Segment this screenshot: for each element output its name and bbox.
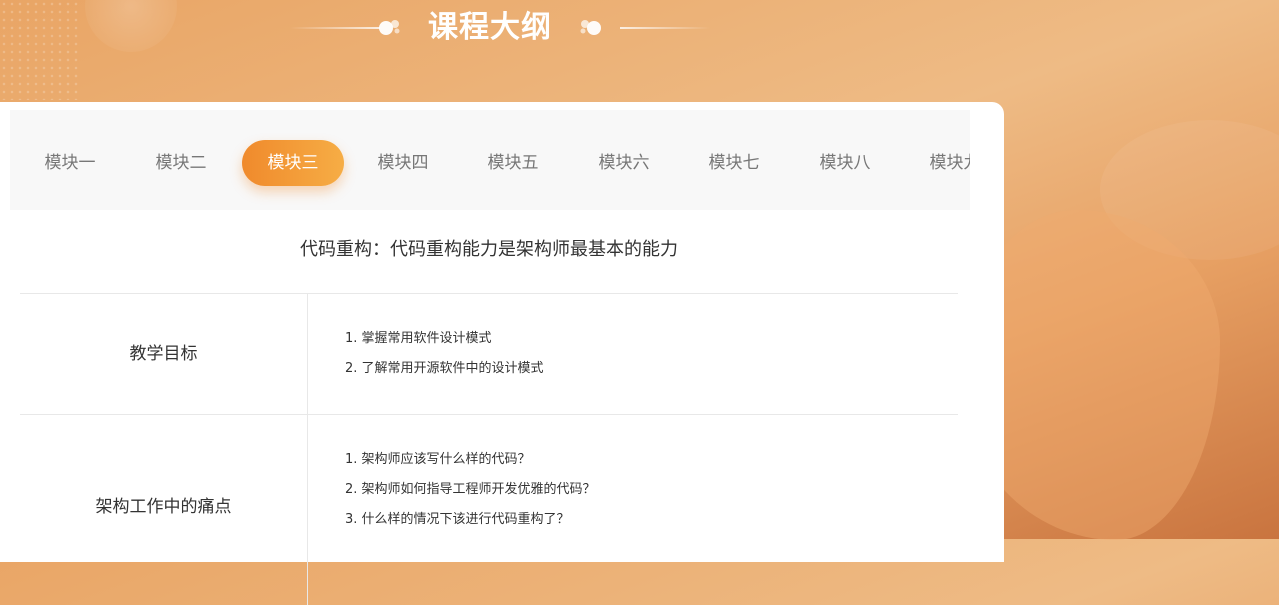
row-items: 1. 架构师应该写什么样的代码？ 2. 架构师如何指导工程师开发优雅的代码？ 3…: [345, 445, 596, 535]
column-divider: [307, 294, 308, 414]
tab-module-5[interactable]: 模块五: [463, 140, 563, 186]
row-items: 1. 掌握常用软件设计模式 2. 了解常用开源软件中的设计模式: [345, 324, 544, 384]
tab-module-7[interactable]: 模块七: [684, 140, 784, 186]
row-label: 教学目标: [129, 344, 198, 364]
list-item: 3. 什么样的情况下该进行代码重构了？: [345, 512, 570, 527]
bubble-ornament-icon: [580, 20, 601, 35]
page-title: 课程大纲: [428, 10, 552, 45]
tab-module-3[interactable]: 模块三: [242, 140, 344, 186]
header-line-right: [620, 27, 710, 29]
module-title: 代码重构：代码重构能力是架构师最基本的能力: [300, 239, 678, 260]
tab-module-1[interactable]: 模块一: [20, 140, 120, 186]
syllabus-card: 模块一 模块二 模块三 模块四 模块五 模块六 模块七 模块八 模块九 代码重构…: [0, 102, 1004, 605]
bubble-ornament-icon: [379, 20, 400, 35]
section-header: 课程大纲: [270, 0, 710, 56]
tab-module-9[interactable]: 模块九: [905, 140, 971, 186]
row-label: 架构工作中的痛点: [95, 497, 232, 517]
header-line-left: [290, 27, 380, 29]
decorative-circle: [85, 0, 177, 52]
tab-module-4[interactable]: 模块四: [353, 140, 453, 186]
module-tab-bar: 模块一 模块二 模块三 模块四 模块五 模块六 模块七 模块八 模块九: [10, 110, 970, 210]
list-item: 1. 架构师应该写什么样的代码？: [345, 452, 531, 467]
table-row: 教学目标 1. 掌握常用软件设计模式 2. 了解常用开源软件中的设计模式: [20, 293, 958, 414]
list-item: 2. 了解常用开源软件中的设计模式: [345, 361, 544, 376]
column-divider: [307, 415, 308, 605]
tab-module-2[interactable]: 模块二: [131, 140, 231, 186]
decorative-dot-pattern: [0, 0, 80, 100]
table-row: 架构工作中的痛点 1. 架构师应该写什么样的代码？ 2. 架构师如何指导工程师开…: [20, 414, 958, 605]
tab-module-8[interactable]: 模块八: [795, 140, 895, 186]
list-item: 2. 架构师如何指导工程师开发优雅的代码？: [345, 482, 596, 497]
tab-module-6[interactable]: 模块六: [574, 140, 674, 186]
list-item: 1. 掌握常用软件设计模式: [345, 331, 492, 346]
